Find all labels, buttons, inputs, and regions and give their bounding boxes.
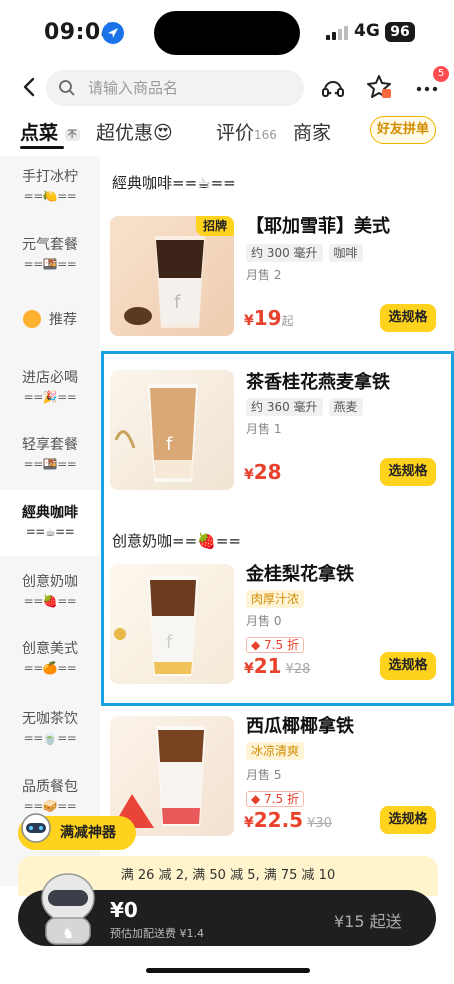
monthly-sales: 月售 5 [246,768,282,782]
sidebar-item-label: 轻享套餐 [22,437,78,453]
sidebar-item-classic-coffee[interactable]: 經典咖啡 ==☕== [0,490,100,556]
sidebar-item-label: 經典咖啡 [22,505,78,521]
customer-service-icon[interactable] [318,74,348,104]
select-spec-button[interactable]: 选规格 [380,806,436,834]
discount-value: 7.5 折 [264,792,299,806]
sidebar-item-americano[interactable]: 创意美式 ==🍊== [0,640,100,678]
spec-tag: 咖啡 [328,244,363,262]
battery-icon: 96 [385,22,415,42]
sidebar-item-must-drink[interactable]: 进店必喝 ==🎉== [0,369,100,407]
network-type: 4G [354,21,380,41]
robot-mascot-icon [16,808,56,848]
sidebar-item-sub: ==🍱== [23,257,77,271]
product-name[interactable]: 西瓜椰椰拿铁 [246,712,354,738]
sidebar-item-label: 推荐 [49,312,77,328]
tab-deals[interactable]: 超优惠😍 [96,118,173,145]
dynamic-island [154,11,300,55]
cart-total: ¥0 [110,898,138,922]
sidebar-item-label: 无咖茶饮 [22,711,78,727]
product-price: ¥19起 [244,306,294,330]
selection-highlight [101,351,454,706]
back-icon[interactable] [20,76,40,98]
sidebar-item-combo[interactable]: 元气套餐 ==🍱== [0,236,100,274]
feature-tag: 冰凉清爽 [246,742,305,760]
group-order-button[interactable]: 好友拼单 [370,116,436,144]
sidebar-item-tea[interactable]: 无咖茶饮 ==🍵== [0,710,100,748]
tab-reviews[interactable]: 评价166 [216,118,277,145]
svg-text:f: f [174,292,181,313]
currency-symbol: ¥ [244,313,254,329]
sidebar-item-sub: ==🍋== [23,189,77,203]
min-order-label[interactable]: ¥15 起送 [334,908,402,932]
currency-symbol: ¥ [244,815,254,831]
sidebar-item-light-combo[interactable]: 轻享套餐 ==🍱== [0,436,100,474]
sidebar-item-label: 元气套餐 [22,237,78,253]
notification-badge: 5 [433,66,449,82]
sidebar-item-sub: ==🍵== [23,731,77,745]
search-bar[interactable] [46,70,304,106]
tab-active-indicator [20,146,64,149]
price-value: 19 [253,306,282,330]
sidebar-item-sub: ==🎉== [23,390,77,404]
signature-badge: 招牌 [196,216,234,236]
product-name[interactable]: 【耶加雪菲】美式 [246,212,390,238]
helper-label: 满减神器 [60,825,116,841]
discount-badge: ◆ 7.5 折 [246,788,304,807]
spec-tag: 约 300 毫升 [246,244,323,262]
delivery-fee: 预估加配送费 ¥1.4 [110,927,204,940]
tab-merchant[interactable]: 商家 [293,118,331,145]
sidebar-item-label: 进店必喝 [22,370,78,386]
tab-reviews-label: 评价 [216,122,255,144]
section-title-classic: 經典咖啡==☕== [112,174,236,192]
product-specs: 约 300 毫升 咖啡 [246,242,369,262]
home-indicator [146,968,310,973]
product-tag: 冰凉清爽 [246,740,305,760]
cart-mascot-icon[interactable]: ♞ [30,868,106,946]
svg-text:♞: ♞ [62,926,75,942]
sidebar-item-sub: ==☕== [25,525,75,539]
sidebar-item-label: 创意美式 [22,641,78,657]
sidebar-item-milk-coffee[interactable]: 创意奶咖 ==🍓== [0,573,100,611]
search-input[interactable] [88,70,288,106]
recommend-icon [23,310,41,328]
sidebar-item-sub: ==🍊== [23,661,77,675]
tab-order[interactable]: 点菜 不 [20,118,80,145]
sidebar-item-lemon[interactable]: 手打冰柠 ==🍋== [0,168,100,206]
sidebar-item-sub: ==🍱== [23,457,77,471]
original-price: ¥30 [307,816,332,831]
product-price: ¥22.5 ¥30 [244,808,332,832]
sidebar-item-sub: ==🍓== [23,594,77,608]
tag-icon: ◆ [251,792,265,806]
tab-order-label: 点菜 [20,122,59,144]
discount-label: ◆ 7.5 折 [246,791,304,807]
review-count: 166 [254,128,277,142]
sidebar-item-label: 手打冰柠 [22,169,78,185]
favorite-star-icon[interactable] [364,72,394,102]
sidebar-item-label: 创意奶咖 [22,574,78,590]
tab-order-tag: 不 [64,129,80,141]
monthly-sales: 月售 2 [246,268,282,282]
select-spec-button[interactable]: 选规格 [380,304,436,332]
location-arrow-icon [102,22,124,44]
search-icon [59,80,75,96]
signal-icon [326,26,350,40]
sidebar-item-label: 品质餐包 [22,779,78,795]
sidebar-item-recommend[interactable]: 推荐 [0,310,100,330]
price-suffix: 起 [281,314,294,328]
price-value: 22.5 [253,808,304,832]
